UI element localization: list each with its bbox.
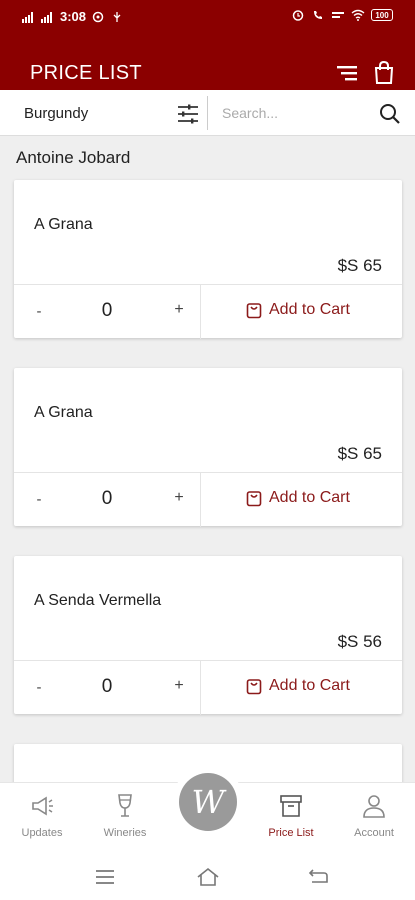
usb-icon [113, 11, 121, 22]
quantity-value: 0 [101, 300, 113, 321]
producer-heading: Antoine Jobard [16, 148, 131, 167]
home-icon[interactable] [196, 866, 220, 888]
cart-icon [246, 491, 262, 507]
region-selector[interactable]: Burgundy [24, 105, 88, 122]
search-input[interactable] [222, 100, 372, 126]
increase-quantity-button[interactable]: + [172, 489, 186, 507]
product-price: $S 65 [337, 444, 382, 463]
actions-divider [200, 473, 201, 527]
nav-wineries[interactable]: Wineries [85, 793, 165, 839]
nav-price-list[interactable]: Price List [251, 793, 331, 839]
cart-icon [246, 679, 262, 695]
logo-letter: W [191, 783, 225, 821]
sort-button[interactable] [334, 60, 360, 86]
add-to-cart-label: Add to Cart [269, 301, 350, 318]
card-actions: - 0 + Add to Cart [14, 284, 402, 339]
add-to-cart-button[interactable]: Add to Cart [246, 677, 350, 695]
product-price: $S 56 [337, 632, 382, 651]
alarm-icon [292, 10, 304, 21]
add-to-cart-button[interactable]: Add to Cart [246, 301, 350, 319]
product-name: A Senda Vermella [34, 592, 162, 609]
actions-divider [200, 661, 201, 715]
app-bar: PRICE LIST [0, 36, 415, 90]
logo-icon: W [179, 773, 237, 831]
wifi-icon [351, 9, 365, 21]
page-title: PRICE LIST [30, 62, 142, 84]
battery-icon: 100 [371, 9, 393, 21]
product-card: A Senda Vermella $S 56 - 0 + Add to Cart [14, 556, 402, 715]
cart-icon [246, 303, 262, 319]
nav-label: Wineries [103, 827, 147, 839]
product-card: A Grana $S 65 - 0 + Add to Cart [14, 180, 402, 339]
wineries-logo-button[interactable]: W [172, 766, 244, 838]
product-card: A Grana $S 65 - 0 + Add to Cart [14, 368, 402, 527]
product-price: $S 65 [337, 256, 382, 275]
megaphone-icon [32, 796, 53, 816]
decrease-quantity-button[interactable]: - [32, 303, 46, 320]
wine-glass-icon [118, 794, 132, 817]
card-actions: - 0 + Add to Cart [14, 660, 402, 715]
nav-updates[interactable]: Updates [2, 793, 82, 839]
call-icon [314, 11, 322, 19]
quantity-value: 0 [101, 676, 113, 697]
add-to-cart-button[interactable]: Add to Cart [246, 489, 350, 507]
archive-icon [280, 795, 302, 817]
signal-icon [22, 11, 33, 23]
card-actions: - 0 + Add to Cart [14, 472, 402, 527]
nav-label: Updates [21, 827, 63, 839]
filter-icon[interactable] [176, 102, 200, 126]
status-time: 3:08 [60, 9, 87, 24]
recent-apps-icon[interactable] [93, 866, 117, 888]
notification-icon [92, 11, 104, 22]
sort-icon [337, 66, 357, 81]
nav-account[interactable]: Account [334, 793, 414, 839]
back-icon[interactable] [306, 866, 330, 888]
cart-button[interactable] [371, 60, 397, 86]
battery-level: 100 [375, 10, 389, 20]
filter-bar: Burgundy [0, 90, 415, 136]
increase-quantity-button[interactable]: + [172, 301, 186, 319]
user-icon [363, 795, 385, 818]
shopping-bag-icon [374, 61, 394, 84]
status-bar: 3:08 100 [0, 0, 415, 36]
product-name: A Grana [34, 216, 93, 233]
product-name: A Grana [34, 404, 93, 421]
search-icon[interactable] [378, 102, 402, 126]
signal-2-icon [41, 11, 52, 23]
system-nav-bar [0, 854, 415, 900]
decrease-quantity-button[interactable]: - [32, 491, 46, 508]
nav-label: Price List [268, 827, 314, 839]
add-to-cart-label: Add to Cart [269, 677, 350, 694]
quantity-value: 0 [101, 488, 113, 509]
filter-divider [207, 96, 208, 130]
add-to-cart-label: Add to Cart [269, 489, 350, 506]
decrease-quantity-button[interactable]: - [32, 679, 46, 696]
actions-divider [200, 285, 201, 339]
increase-quantity-button[interactable]: + [172, 677, 186, 695]
nav-label: Account [354, 827, 394, 839]
data-speed-icon [332, 12, 344, 18]
